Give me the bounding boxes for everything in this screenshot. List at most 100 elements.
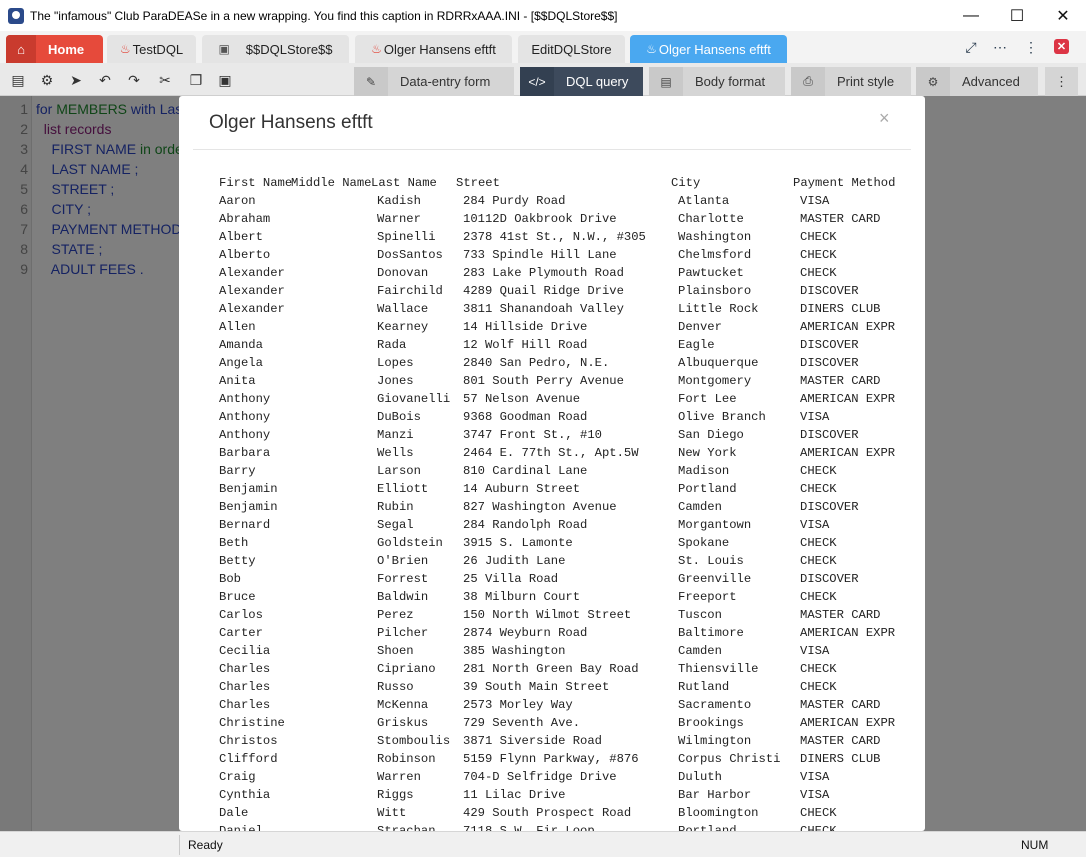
cell-street: 39 South Main Street — [463, 680, 610, 694]
cell-last-name: Baldwin — [377, 590, 429, 604]
redo-icon[interactable]: ↷ — [124, 70, 144, 90]
cell-payment-method: DISCOVER — [800, 428, 859, 442]
header-middle-name: Middle Name — [291, 176, 372, 190]
tab-label: TestDQL — [132, 41, 184, 57]
cell-city: Duluth — [678, 770, 722, 784]
close-dialog-icon[interactable]: × — [879, 108, 890, 129]
cell-first-name: Barry — [219, 464, 256, 478]
cell-first-name: Carter — [219, 626, 263, 640]
cell-first-name: Bruce — [219, 590, 256, 604]
cell-last-name: Kearney — [377, 320, 429, 334]
close-window-button[interactable]: ✕ — [1040, 0, 1086, 31]
cut-icon[interactable]: ✂ — [155, 70, 175, 90]
cell-last-name: McKenna — [377, 698, 429, 712]
tab-editdqlstore[interactable]: EditDQLStore — [518, 35, 625, 63]
dialog-divider — [193, 149, 911, 150]
cell-first-name: Cynthia — [219, 788, 271, 802]
cell-street: 283 Lake Plymouth Road — [463, 266, 624, 280]
more-vertical-icon[interactable]: ⋮ — [1045, 67, 1078, 96]
cell-street: 2378 41st St., N.W., #305 — [463, 230, 646, 244]
cell-first-name: Benjamin — [219, 500, 278, 514]
header-first-name: First Name — [219, 176, 293, 190]
cell-payment-method: MASTER CARD — [800, 734, 881, 748]
cell-street: 704-D Selfridge Drive — [463, 770, 617, 784]
cell-first-name: Amanda — [219, 338, 263, 352]
cell-city: Wilmington — [678, 734, 752, 748]
cell-first-name: Alberto — [219, 248, 271, 262]
more-horizontal-icon[interactable]: ⋯ — [989, 36, 1011, 58]
cell-city: Pawtucket — [678, 266, 744, 280]
cell-city: Plainsboro — [678, 284, 752, 298]
tab-print-style[interactable]: ⎙ Print style — [791, 67, 911, 96]
save-icon[interactable]: ▤ — [8, 70, 28, 90]
cell-payment-method: VISA — [800, 194, 830, 208]
cell-city: Sacramento — [678, 698, 752, 712]
cell-first-name: Carlos — [219, 608, 263, 622]
cell-payment-method: CHECK — [800, 464, 837, 478]
gears-icon[interactable]: ⚙ — [37, 70, 57, 90]
tab-home[interactable]: ⌂ Home — [6, 35, 103, 63]
cell-city: Camden — [678, 500, 722, 514]
cell-last-name: Stomboulis — [377, 734, 451, 748]
tab-olger-hansens-active[interactable]: ♨ Olger Hansens eftft — [630, 35, 787, 63]
minimize-button[interactable]: — — [948, 0, 994, 31]
cell-first-name: Daniel — [219, 824, 263, 831]
tab-testdql[interactable]: ♨ TestDQL — [107, 35, 196, 63]
cell-last-name: Fairchild — [377, 284, 443, 298]
print-icon: ⎙ — [791, 67, 825, 96]
cell-last-name: Segal — [377, 518, 414, 532]
tab-olger-hansens-1[interactable]: ♨ Olger Hansens eftft — [355, 35, 512, 63]
send-icon[interactable]: ➤ — [66, 70, 86, 90]
more-vertical-icon[interactable]: ⋮ — [1020, 36, 1042, 58]
tab-label: EditDQLStore — [531, 41, 612, 57]
cell-payment-method: CHECK — [800, 482, 837, 496]
cell-city: Corpus Christi — [678, 752, 781, 766]
cell-last-name: Cipriano — [377, 662, 436, 676]
undo-icon[interactable]: ↶ — [95, 70, 115, 90]
copy-icon[interactable]: ❐ — [186, 70, 206, 90]
tab-label: Data-entry form — [400, 74, 491, 89]
tab-label: Advanced — [962, 74, 1020, 89]
expand-icon[interactable]: ⤢ — [960, 36, 982, 58]
cell-first-name: Aaron — [219, 194, 256, 208]
cell-last-name: DuBois — [377, 410, 421, 424]
cell-payment-method: AMERICAN EXPR — [800, 446, 896, 460]
cell-last-name: Witt — [377, 806, 407, 820]
tab-dqlstore[interactable]: ▣ $$DQLStore$$ — [202, 35, 349, 63]
cell-last-name: DosSantos — [377, 248, 443, 262]
cell-first-name: Charles — [219, 680, 271, 694]
cell-first-name: Bernard — [219, 518, 271, 532]
tab-data-entry-form[interactable]: ✎ Data-entry form — [354, 67, 514, 96]
cell-street: 3811 Shanandoah Valley — [463, 302, 624, 316]
cell-first-name: Christos — [219, 734, 278, 748]
tab-label: DQL query — [566, 74, 629, 89]
cell-city: Rutland — [678, 680, 730, 694]
cell-last-name: Giovanelli — [377, 392, 451, 406]
maximize-button[interactable]: ☐ — [994, 0, 1040, 31]
paste-icon[interactable]: ▣ — [215, 70, 235, 90]
window-title: The "infamous" Club ParaDEASe in a new w… — [30, 8, 618, 23]
cell-payment-method: CHECK — [800, 806, 837, 820]
cell-street: 150 North Wilmot Street — [463, 608, 632, 622]
tab-dql-query[interactable]: </> DQL query — [520, 67, 643, 96]
cell-last-name: Strachan — [377, 824, 436, 831]
status-divider — [179, 835, 180, 855]
tab-label: $$DQLStore$$ — [245, 41, 333, 57]
cell-payment-method: AMERICAN EXPR — [800, 626, 896, 640]
tab-advanced[interactable]: ⚙ Advanced — [916, 67, 1038, 96]
tab-body-format[interactable]: ▤ Body format — [649, 67, 785, 96]
cell-street: 733 Spindle Hill Lane — [463, 248, 617, 262]
close-tab-icon[interactable]: ✕ — [1054, 39, 1069, 54]
cell-payment-method: DISCOVER — [800, 338, 859, 352]
cell-last-name: Larson — [377, 464, 421, 478]
dialog-title: Olger Hansens eftft — [209, 112, 373, 133]
cell-payment-method: CHECK — [800, 230, 837, 244]
cell-first-name: Charles — [219, 698, 271, 712]
cell-first-name: Alexander — [219, 302, 285, 316]
cell-payment-method: VISA — [800, 788, 830, 802]
cell-payment-method: VISA — [800, 518, 830, 532]
cell-first-name: Christine — [219, 716, 285, 730]
cell-payment-method: DISCOVER — [800, 572, 859, 586]
status-ready: Ready — [188, 838, 223, 852]
cell-first-name: Benjamin — [219, 482, 278, 496]
